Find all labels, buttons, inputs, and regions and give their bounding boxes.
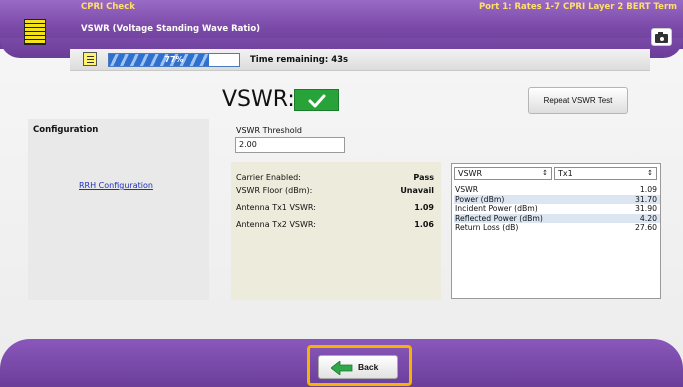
- time-remaining: Time remaining: 43s: [250, 55, 349, 65]
- rrh-configuration-link[interactable]: RRH Configuration: [79, 181, 153, 190]
- updown-chevron-icon: ↕: [647, 169, 653, 177]
- table-row: Power (dBm) 31.70: [454, 194, 660, 204]
- port-title: Port 1: Rates 1-7 CPRI Layer 2 BERT Term: [478, 2, 677, 12]
- configuration-panel: Configuration RRH Configuration: [28, 119, 209, 300]
- vswr-threshold-label: VSWR Threshold: [236, 126, 302, 135]
- repeat-vswr-test-button[interactable]: Repeat VSWR Test: [528, 87, 628, 114]
- result-value: 1.06: [414, 220, 434, 229]
- table-row: Reflected Power (dBm) 4.20: [454, 213, 660, 223]
- table-row: Incident Power (dBm) 31.90: [454, 204, 660, 214]
- table-row: VSWR 1.09: [454, 185, 660, 195]
- result-label: Carrier Enabled:: [236, 173, 301, 182]
- app-list-icon[interactable]: [24, 19, 46, 45]
- configuration-title: Configuration: [33, 125, 99, 135]
- result-row: Carrier Enabled: Pass: [236, 173, 434, 184]
- measurement-table: VSWR ↕ Tx1 ↕ VSWR 1.09 Power (dBm) 31.70…: [451, 163, 661, 299]
- result-value: Unavail: [400, 186, 434, 195]
- result-value: Pass: [413, 173, 434, 182]
- table-cell-label: Incident Power (dBm): [455, 204, 538, 213]
- progress-percent: 77%: [164, 55, 184, 64]
- back-button-label: Back: [358, 362, 379, 372]
- app-window: CPRI Check Port 1: Rates 1-7 CPRI Layer …: [0, 0, 683, 387]
- table-row: Return Loss (dB) 27.60: [454, 223, 660, 233]
- result-row: Antenna Tx2 VSWR: 1.06: [236, 220, 434, 231]
- result-row: Antenna Tx1 VSWR: 1.09: [236, 203, 434, 214]
- camera-button[interactable]: [651, 28, 672, 46]
- result-label: Antenna Tx2 VSWR:: [236, 220, 316, 229]
- antenna-select[interactable]: Tx1 ↕: [554, 167, 657, 180]
- back-arrow-icon: [331, 361, 353, 375]
- table-cell-label: Return Loss (dB): [455, 223, 519, 232]
- list-icon[interactable]: [83, 52, 97, 66]
- result-label: Antenna Tx1 VSWR:: [236, 203, 316, 212]
- pass-status-badge: [294, 89, 339, 111]
- result-value: 1.09: [414, 203, 434, 212]
- updown-chevron-icon: ↕: [542, 169, 548, 177]
- result-label: VSWR Floor (dBm):: [236, 186, 313, 195]
- results-panel: Carrier Enabled: Pass VSWR Floor (dBm): …: [231, 162, 441, 300]
- vswr-threshold-input[interactable]: 2.00: [235, 137, 345, 153]
- result-row: VSWR Floor (dBm): Unavail: [236, 186, 434, 197]
- progress-bar: 77%: [108, 53, 240, 67]
- table-cell-value: 1.09: [639, 185, 657, 194]
- vswr-heading: VSWR:: [222, 87, 295, 112]
- app-title: CPRI Check: [81, 2, 135, 12]
- table-cell-value: 31.70: [634, 194, 657, 204]
- table-cell-label: VSWR: [455, 185, 479, 194]
- table-cell-value: 4.20: [639, 213, 657, 223]
- table-cell-value: 27.60: [634, 223, 657, 232]
- metric-select[interactable]: VSWR ↕: [454, 167, 552, 180]
- metric-select-value: VSWR: [458, 169, 483, 178]
- antenna-select-value: Tx1: [558, 169, 573, 178]
- page-subtitle: VSWR (Voltage Standing Wave Ratio): [81, 24, 261, 34]
- back-button[interactable]: Back: [318, 355, 398, 379]
- table-cell-label: Power (dBm): [455, 194, 505, 204]
- table-cell-value: 31.90: [634, 204, 657, 213]
- check-icon: [308, 94, 326, 108]
- table-cell-label: Reflected Power (dBm): [455, 213, 543, 223]
